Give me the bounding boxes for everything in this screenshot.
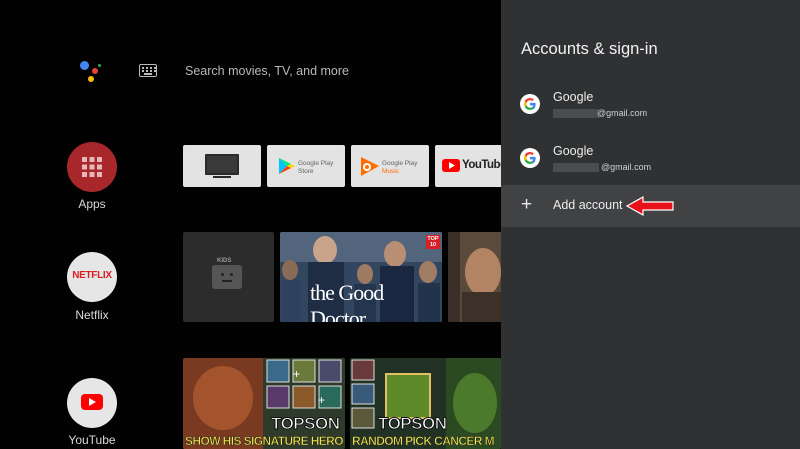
panel-title: Accounts & sign-in: [521, 40, 658, 58]
add-account-button[interactable]: + Add account: [501, 185, 800, 227]
plus-icon: +: [521, 194, 533, 215]
google-play-music-tile[interactable]: Google Play Music: [351, 145, 429, 187]
keyboard-icon[interactable]: [139, 64, 157, 77]
accounts-panel: Accounts & sign-in Google @gmail.com Goo…: [501, 0, 800, 449]
account-item-1[interactable]: Google @gmail.com: [501, 82, 800, 126]
sidebar-item-netflix[interactable]: NETFLIX Netflix: [66, 252, 118, 322]
tv-icon: [183, 154, 261, 187]
account-email: @gmail.com: [601, 162, 652, 172]
redacted-email-mask: [553, 109, 599, 118]
kids-badge: KIDS: [217, 258, 232, 264]
add-account-label: Add account: [553, 198, 623, 212]
kids-icon: KIDS: [212, 258, 242, 289]
show-title: the Good Doctor: [310, 280, 384, 322]
home-screen: Search movies, TV, and more Apps NETFLIX…: [0, 0, 501, 449]
drama-card[interactable]: [448, 232, 501, 322]
apps-grid-icon: [67, 142, 117, 192]
svg-text:+: +: [318, 393, 325, 407]
google-icon: [520, 94, 540, 114]
sidebar-item-label: Apps: [78, 197, 106, 211]
sidebar-item-label: Netflix: [75, 308, 109, 322]
account-name: Google: [553, 144, 594, 158]
svg-text:+: +: [293, 367, 300, 381]
tv-app-tile[interactable]: [183, 145, 261, 187]
tile-label: YouTube: [462, 159, 501, 171]
tile-label: Google Play: [382, 160, 418, 167]
top-10-badge: TOP 10: [426, 235, 440, 249]
good-doctor-card[interactable]: the Good Doctor TOP 10: [280, 232, 442, 322]
netflix-logo-text: NETFLIX: [72, 270, 112, 281]
google-assistant-icon[interactable]: [76, 58, 106, 84]
tile-sublabel: Store: [298, 168, 314, 175]
sidebar-item-youtube[interactable]: YouTube: [66, 378, 118, 447]
video-caption: SHOW HIS SIGNATURE HERO: [185, 434, 344, 449]
red-arrow-icon: [625, 195, 677, 222]
search-input[interactable]: Search movies, TV, and more: [185, 64, 349, 78]
drama-thumbnail: [448, 232, 501, 322]
netflix-logo: NETFLIX: [67, 252, 117, 302]
account-item-2[interactable]: Google @gmail.com: [501, 138, 800, 182]
tile-sublabel: Music: [382, 168, 399, 175]
kids-card[interactable]: KIDS: [183, 232, 274, 322]
video-overlay-text: TOPSON: [377, 414, 447, 434]
google-icon: [520, 148, 540, 168]
video-thumbnail-1[interactable]: + + TOPSON SHOW HIS SIGNATURE HERO: [183, 358, 345, 449]
video-overlay-text: TOPSON: [270, 414, 340, 434]
account-name: Google: [553, 90, 594, 104]
redacted-email-mask: [553, 163, 599, 172]
sidebar-item-apps[interactable]: Apps: [66, 142, 118, 211]
google-play-store-tile[interactable]: Google Play Store: [267, 145, 345, 187]
video-caption: RANDOM PICK CANCER M: [352, 434, 495, 449]
account-email: @gmail.com: [597, 108, 648, 118]
sidebar-item-label: YouTube: [68, 433, 116, 447]
video-thumbnail-2[interactable]: TOPSON RANDOM PICK CANCER M: [350, 358, 501, 449]
youtube-tile[interactable]: YouTube: [435, 145, 501, 187]
tile-label: Google Play: [298, 160, 334, 167]
youtube-icon: [67, 378, 117, 428]
